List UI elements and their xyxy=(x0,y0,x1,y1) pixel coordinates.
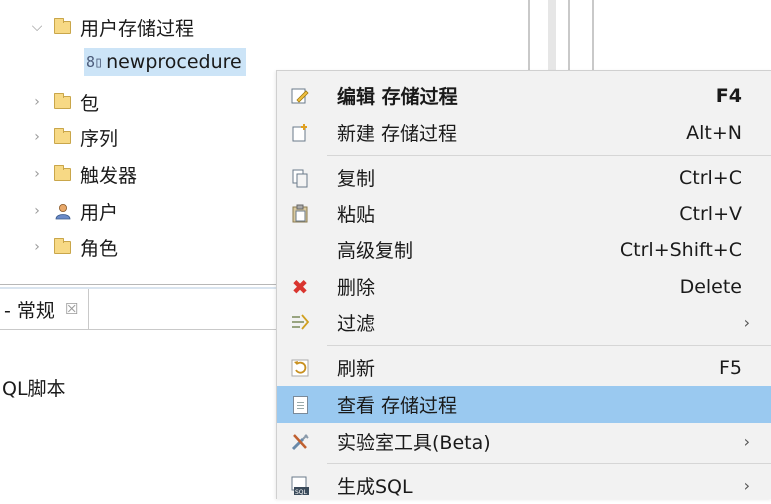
menu-item-label: 过滤 xyxy=(337,313,376,335)
selected-node-highlight[interactable]: 8▯ newprocedure xyxy=(84,48,246,76)
folder-icon xyxy=(54,92,71,109)
tools-icon xyxy=(289,431,311,453)
chevron-right-icon[interactable]: › xyxy=(30,166,44,182)
context-menu: 编辑 存储过程 F4 新建 存储过程 Alt+N 复制 Ctrl+C 粘贴 Ct… xyxy=(276,70,771,499)
submenu-arrow-icon: › xyxy=(743,313,750,332)
new-icon xyxy=(289,122,311,144)
menu-item-shortcut: Ctrl+C xyxy=(679,166,742,189)
delete-icon: ✖ xyxy=(291,275,309,299)
tree-node-users[interactable]: › 用户 xyxy=(30,196,118,226)
tree-node-newprocedure[interactable]: 8▯ newprocedure xyxy=(84,47,246,77)
menu-item-new-procedure[interactable]: 新建 存储过程 Alt+N xyxy=(277,114,771,151)
menu-item-lab-tools[interactable]: 实验室工具(Beta) › xyxy=(277,423,771,460)
paste-icon xyxy=(289,203,311,225)
menu-item-label: 查看 存储过程 xyxy=(337,395,458,417)
menu-item-label: 编辑 存储过程 xyxy=(337,86,458,108)
menu-item-label: 刷新 xyxy=(337,358,376,380)
menu-item-filter[interactable]: 过滤 › xyxy=(277,304,771,341)
filter-icon xyxy=(289,312,311,334)
tree-node-label: 序列 xyxy=(80,127,119,150)
tree-node-partial: ... xyxy=(0,268,60,282)
menu-item-label: 高级复制 xyxy=(337,240,414,262)
folder-icon xyxy=(54,127,71,144)
menu-item-generate-sql[interactable]: SQL 生成SQL › xyxy=(277,467,771,504)
tree-node-label: 触发器 xyxy=(80,164,138,187)
user-icon xyxy=(55,203,71,219)
menu-item-shortcut: Delete xyxy=(679,275,742,298)
menu-separator xyxy=(327,345,771,346)
menu-item-label: 粘贴 xyxy=(337,204,376,226)
view-icon xyxy=(289,394,311,416)
menu-item-shortcut: Ctrl+V xyxy=(679,202,742,225)
chevron-right-icon[interactable]: › xyxy=(30,129,44,145)
properties-tab-bar: - 常规 ☒ xyxy=(0,289,285,330)
tab-general-label: - 常规 xyxy=(4,299,55,322)
menu-separator xyxy=(327,463,771,464)
menu-item-shortcut: Ctrl+Shift+C xyxy=(619,238,742,261)
sql-icon: SQL xyxy=(289,475,311,497)
panel-body-text: QL脚本 xyxy=(2,378,66,400)
submenu-arrow-icon: › xyxy=(743,476,750,495)
menu-item-label: 新建 存储过程 xyxy=(337,123,458,145)
chevron-right-icon[interactable]: › xyxy=(30,239,44,255)
close-icon[interactable]: ☒ xyxy=(65,300,78,318)
panel-divider xyxy=(0,284,285,285)
refresh-icon xyxy=(289,357,311,379)
tree-node-label: 包 xyxy=(80,92,100,115)
menu-item-copy[interactable]: 复制 Ctrl+C xyxy=(277,159,771,196)
procedure-icon: 8▯ xyxy=(86,53,103,71)
menu-item-refresh[interactable]: 刷新 F5 xyxy=(277,349,771,386)
menu-item-shortcut: Alt+N xyxy=(686,121,742,144)
menu-item-advanced-copy[interactable]: 高级复制 Ctrl+Shift+C xyxy=(277,231,771,268)
menu-item-label: 删除 xyxy=(337,277,376,299)
folder-icon xyxy=(54,17,71,34)
menu-item-view-procedure[interactable]: 查看 存储过程 xyxy=(277,386,771,423)
partial-node-label: ... xyxy=(0,274,60,282)
chevron-right-icon[interactable]: › xyxy=(30,203,44,219)
menu-item-label: 复制 xyxy=(337,168,376,190)
menu-item-label: 实验室工具(Beta) xyxy=(337,432,491,454)
tab-general[interactable]: - 常规 ☒ xyxy=(0,289,90,329)
tree-node-trigger[interactable]: › 触发器 xyxy=(30,159,137,189)
tree-node-roles[interactable]: › 角色 xyxy=(30,232,118,262)
tree-node-label: 角色 xyxy=(80,237,119,260)
svg-text:SQL: SQL xyxy=(295,489,308,496)
folder-icon xyxy=(54,237,71,254)
copy-icon xyxy=(289,167,311,189)
tree-node-label: 用户存储过程 xyxy=(80,17,195,40)
tree-node-user-procedures[interactable]: ⌵ 用户存储过程 xyxy=(30,12,194,42)
tree-node-label: 用户 xyxy=(80,201,119,224)
tree-node-sequence[interactable]: › 序列 xyxy=(30,122,118,152)
chevron-right-icon[interactable]: › xyxy=(30,94,44,110)
edit-icon xyxy=(289,85,311,107)
chevron-down-icon[interactable]: ⌵ xyxy=(30,19,44,35)
menu-item-paste[interactable]: 粘贴 Ctrl+V xyxy=(277,195,771,232)
database-navigator-tree: ⌵ 用户存储过程 8▯ newprocedure › 包 › 序列 › 触发器 … xyxy=(0,0,270,285)
menu-item-edit-procedure[interactable]: 编辑 存储过程 F4 xyxy=(277,77,771,114)
submenu-arrow-icon: › xyxy=(743,432,750,451)
menu-item-label: 生成SQL xyxy=(337,476,413,498)
menu-separator xyxy=(327,155,771,156)
tree-node-label: newprocedure xyxy=(106,51,242,73)
menu-item-shortcut: F4 xyxy=(715,84,742,107)
menu-item-shortcut: F5 xyxy=(718,356,742,379)
folder-icon xyxy=(54,164,71,181)
menu-item-delete[interactable]: ✖ 删除 Delete xyxy=(277,268,771,305)
tree-node-package[interactable]: › 包 xyxy=(30,87,99,117)
